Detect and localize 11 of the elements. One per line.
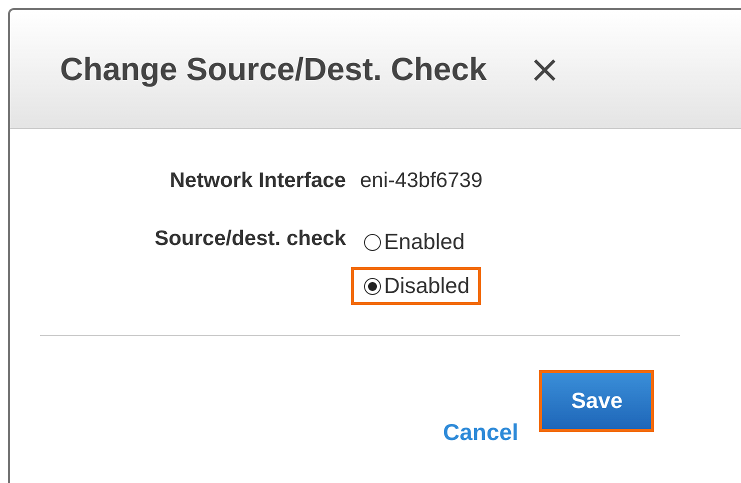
- field-label: Source/dest. check: [154, 227, 346, 251]
- save-button[interactable]: Save: [539, 370, 654, 432]
- field-label: Network Interface: [168, 169, 346, 193]
- radio-icon: [364, 234, 381, 250]
- field-value: eni-43bf6739: [360, 169, 483, 193]
- radio-icon: [364, 278, 381, 294]
- close-button[interactable]: ×: [528, 50, 561, 88]
- radio-option[interactable]: Disabled: [351, 267, 481, 305]
- cancel-link[interactable]: Cancel: [440, 416, 522, 449]
- dialog-title: Change Source/Dest. Check: [60, 50, 487, 88]
- radio-option[interactable]: Enabled: [351, 223, 476, 261]
